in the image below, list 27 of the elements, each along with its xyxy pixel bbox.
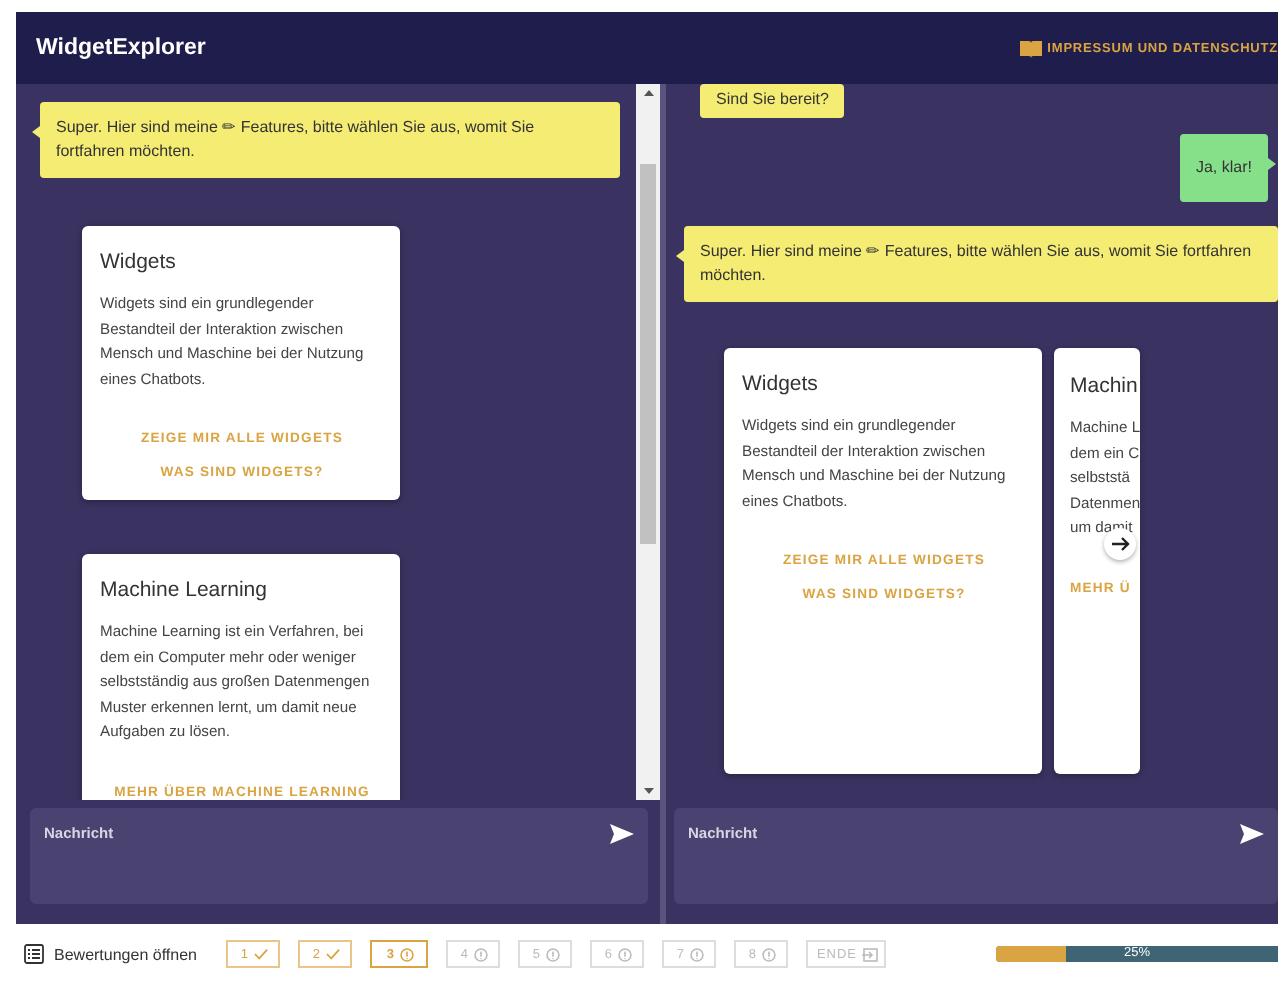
scroll-down-icon[interactable]: [643, 788, 653, 794]
card-title: Machine Learning: [100, 578, 269, 602]
info-icon: [761, 947, 776, 961]
arrow-right-icon: [1111, 536, 1129, 552]
card-title: Widgets: [742, 372, 820, 396]
card-title: Machin: [1070, 374, 1140, 398]
list-icon: [24, 944, 44, 964]
scrollbar[interactable]: [636, 84, 660, 800]
info-icon: [617, 947, 632, 961]
scroll-up-icon[interactable]: [643, 90, 653, 96]
send-button[interactable]: [1240, 824, 1264, 844]
open-ratings-button[interactable]: Bewertungen öffnen: [24, 944, 197, 964]
check-icon: [253, 948, 268, 960]
bot-message: Sind Sie bereit?: [700, 84, 845, 118]
send-icon: [1240, 824, 1264, 844]
send-icon: [610, 824, 634, 844]
info-icon: [399, 947, 414, 961]
exit-icon: [861, 947, 877, 961]
info-icon: [689, 947, 704, 961]
check-icon: [325, 948, 340, 960]
scroll-thumb[interactable]: [640, 164, 656, 544]
info-icon: [545, 947, 560, 961]
book-icon: [1019, 39, 1042, 57]
info-icon: [473, 947, 488, 961]
app-title: WidgetExplorer: [36, 36, 206, 60]
send-button[interactable]: [610, 824, 634, 844]
card-title: Widgets: [100, 250, 178, 274]
